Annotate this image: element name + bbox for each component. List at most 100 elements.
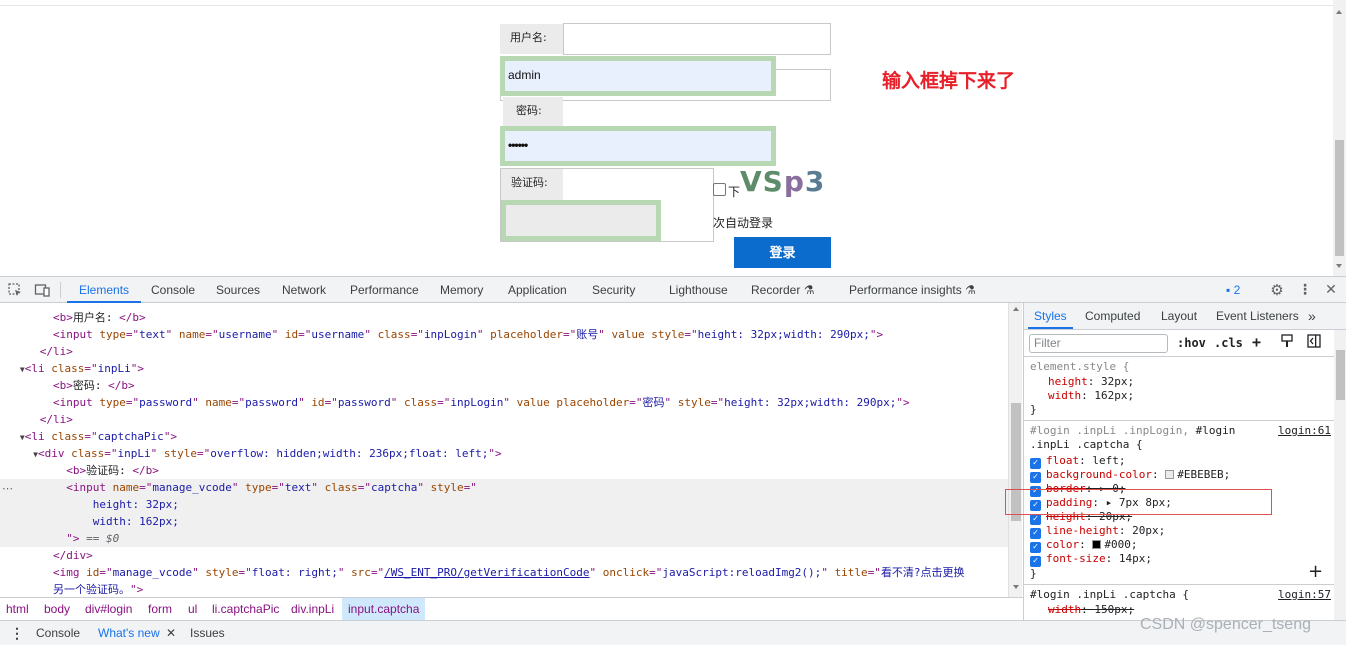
dom-tree-node[interactable]: width: 162px;: [0, 513, 1008, 530]
close-tab-icon[interactable]: ✕: [166, 621, 176, 645]
hover-state-toggle[interactable]: :hov: [1177, 336, 1206, 350]
login-button[interactable]: 登录: [734, 237, 831, 268]
browser-page: 用户名: admin 密码: •••••• 验证码: 下 次自动登录 VSp3 …: [0, 0, 1346, 276]
tab-layout[interactable]: Layout: [1161, 303, 1197, 329]
toolbar-divider: [60, 282, 61, 298]
drawer-tab-console[interactable]: Console: [36, 621, 80, 645]
color-swatch[interactable]: [1165, 470, 1175, 479]
tab-memory[interactable]: Memory: [440, 277, 483, 303]
device-toolbar-icon[interactable]: [34, 282, 50, 298]
scroll-down-arrow-icon[interactable]: [1336, 264, 1342, 268]
element-style-close: }: [1030, 403, 1037, 416]
dom-tree-node[interactable]: </li>: [0, 343, 1008, 360]
page-scrollbar-thumb[interactable]: [1335, 140, 1344, 256]
scroll-up-arrow-icon[interactable]: [1336, 10, 1342, 14]
inspect-element-icon[interactable]: [7, 282, 23, 298]
css-property-line-height[interactable]: ✓ line-height: 20px;: [1030, 524, 1340, 539]
dom-tree-node[interactable]: "> == $0: [0, 530, 1008, 547]
tab-application[interactable]: Application: [508, 277, 567, 303]
more-tabs-chevron-icon[interactable]: »: [1308, 303, 1316, 329]
dom-tree-node[interactable]: </li>: [0, 411, 1008, 428]
element-style-prop-height[interactable]: height: 32px;: [1048, 375, 1346, 389]
elements-tree[interactable]: <b>用户名: </b> <input type="text" name="us…: [0, 303, 1008, 597]
breadcrumb-div-login[interactable]: div#login: [79, 598, 138, 620]
captcha-image[interactable]: VSp3: [740, 168, 831, 199]
styles-filter-input[interactable]: Filter: [1029, 334, 1168, 353]
drawer-menu-icon[interactable]: ⋮: [10, 621, 24, 645]
breadcrumb-ul[interactable]: ul: [182, 598, 203, 620]
scroll-down-arrow-icon[interactable]: [1013, 585, 1019, 589]
dom-tree-node[interactable]: ▼<div class="inpLi" style="overflow: hid…: [0, 445, 1008, 462]
breadcrumb-form[interactable]: form: [142, 598, 178, 620]
css-property-font-size[interactable]: ✓ font-size: 14px;: [1030, 552, 1340, 567]
color-swatch[interactable]: [1092, 540, 1102, 549]
dom-tree-node[interactable]: <input name="manage_vcode" type="text" c…: [0, 479, 1008, 496]
tab-performance[interactable]: Performance: [350, 277, 419, 303]
css-property-background-color[interactable]: ✓ background-color: #EBEBEB;: [1030, 468, 1340, 483]
dom-tree-node[interactable]: 另一个验证码。">: [0, 581, 1008, 597]
tab-security[interactable]: Security: [592, 277, 635, 303]
dom-tree-node[interactable]: <input type="password" name="password" i…: [0, 394, 1008, 411]
property-checkbox[interactable]: ✓: [1030, 556, 1041, 567]
drawer-tab-whats-new[interactable]: What's new: [98, 621, 160, 645]
css-property-float[interactable]: ✓ float: left;: [1030, 454, 1340, 469]
dom-tree-node[interactable]: ▼<li class="inpLi">: [0, 360, 1008, 377]
paint-brush-icon[interactable]: [1280, 334, 1294, 351]
issues-icon: ▪: [1226, 283, 1231, 297]
remember-me-checkbox[interactable]: [713, 183, 726, 196]
tab-computed[interactable]: Computed: [1085, 303, 1140, 329]
tab-console[interactable]: Console: [151, 277, 195, 303]
styles-tabbar: Styles Computed Layout Event Listeners »: [1024, 303, 1346, 330]
rule-close: }: [1030, 567, 1037, 580]
tab-performance-insights[interactable]: Performance insights ⚗: [849, 277, 976, 303]
drawer-tab-issues[interactable]: Issues: [190, 621, 225, 645]
tab-sources[interactable]: Sources: [216, 277, 260, 303]
tab-elements[interactable]: Elements: [67, 277, 142, 303]
issues-counter[interactable]: ▪ 2: [1226, 283, 1240, 297]
breadcrumb-html[interactable]: html: [0, 598, 35, 620]
class-toggle[interactable]: .cls: [1214, 336, 1243, 350]
styles-filter-row: Filter :hov .cls +: [1024, 330, 1346, 357]
rule-selector-continued: .inpLi .captcha {: [1030, 438, 1143, 451]
element-style-prop-width[interactable]: width: 162px;: [1048, 389, 1346, 403]
breadcrumb-input-captcha[interactable]: input.captcha: [342, 598, 426, 620]
username-input[interactable]: admin: [500, 56, 776, 96]
tab-recorder[interactable]: Recorder ⚗: [751, 277, 814, 303]
more-options-icon[interactable]: ⋮: [1297, 282, 1313, 298]
styles-scrollbar-thumb[interactable]: [1336, 350, 1345, 400]
rule3-prop-width[interactable]: width: 150px;: [1048, 603, 1346, 617]
breadcrumb-li-captchapic[interactable]: li.captchaPic: [206, 598, 285, 620]
page-top-line: [0, 5, 1333, 6]
tab-event-listeners[interactable]: Event Listeners: [1216, 303, 1299, 329]
dom-tree-node[interactable]: height: 32px;: [0, 496, 1008, 513]
dom-tree-node[interactable]: ▼<li class="captchaPic">: [0, 428, 1008, 445]
scroll-up-arrow-icon[interactable]: [1013, 307, 1019, 311]
dom-tree-node[interactable]: </div>: [0, 547, 1008, 564]
dom-tree-node[interactable]: <input type="text" name="username" id="u…: [0, 326, 1008, 343]
elements-scrollbar[interactable]: [1008, 303, 1022, 597]
username-field-frame: [563, 23, 831, 55]
tab-network[interactable]: Network: [282, 277, 326, 303]
toggle-sidebar-icon[interactable]: [1307, 334, 1321, 351]
captcha-input[interactable]: [501, 200, 661, 241]
dom-tree-node[interactable]: <b>用户名: </b>: [0, 309, 1008, 326]
settings-gear-icon[interactable]: ⚙: [1269, 282, 1285, 298]
tab-styles[interactable]: Styles: [1028, 303, 1073, 329]
rule-separator: [1024, 420, 1334, 421]
row-ellipsis-icon[interactable]: ⋯: [2, 482, 13, 495]
tab-lighthouse[interactable]: Lighthouse: [669, 277, 728, 303]
breadcrumb-body[interactable]: body: [38, 598, 76, 620]
rule-source-link[interactable]: login:61: [1278, 424, 1338, 438]
password-input[interactable]: ••••••: [500, 126, 776, 166]
dom-tree-node[interactable]: <b>密码: </b>: [0, 377, 1008, 394]
dom-tree-node[interactable]: <b>验证码: </b>: [0, 462, 1008, 479]
page-scrollbar[interactable]: [1333, 0, 1346, 276]
breadcrumb-div-inpli[interactable]: div.inpLi: [285, 598, 340, 620]
close-devtools-icon[interactable]: ✕: [1323, 282, 1339, 298]
css-property-color[interactable]: ✓ color: #000;: [1030, 538, 1340, 553]
new-rule-plus-icon[interactable]: +: [1252, 333, 1261, 351]
rule3-source-link[interactable]: login:57: [1278, 588, 1338, 602]
element-style-selector: element.style {: [1030, 360, 1130, 373]
dom-tree-node[interactable]: <img id="manage_vcode" style="float: rig…: [0, 564, 1008, 581]
dom-breadcrumbs: html body div#login form ul li.captchaPi…: [0, 597, 1023, 620]
